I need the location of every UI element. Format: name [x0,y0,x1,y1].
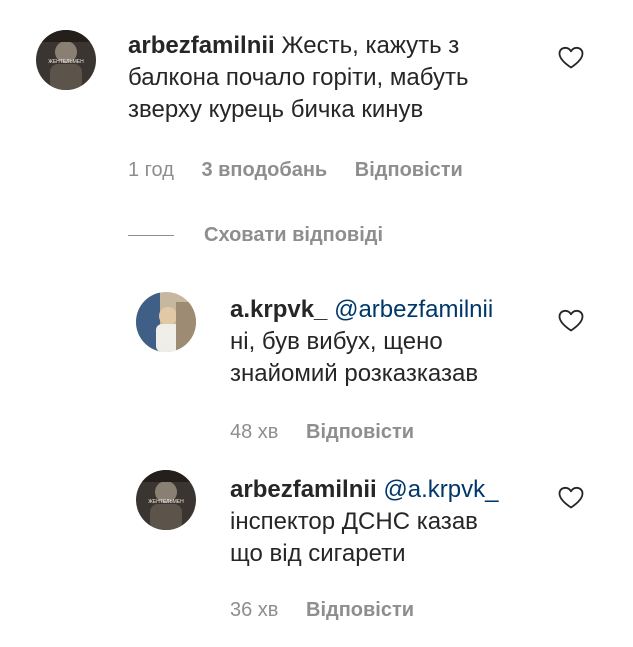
comment-likes[interactable]: 3 вподобань [201,159,327,181]
reply-time: 36 хв [230,599,279,621]
reply-mention[interactable]: @a.krpvk_ [383,476,498,503]
avatar-text: ЖЕНТЕЛЬМЕН [148,499,184,505]
reply-button[interactable]: Відповісти [306,599,414,621]
heart-icon[interactable] [558,309,584,333]
heart-icon[interactable] [558,486,584,510]
reply-body-line2: що від сигарети [230,540,406,567]
reply-body-line2: знайомий розказказав [230,360,479,387]
comment-time: 1 год [128,159,174,181]
comment-meta: 1 год 3 вподобань Відповісти [128,158,485,182]
reply-text: a.krpvk_ @arbezfamilnii ні, був вибух, щ… [230,294,560,390]
reply-button[interactable]: Відповісти [355,159,463,181]
divider-line [128,234,174,236]
reply-mention[interactable]: @arbezfamilnii [334,296,493,323]
comment-username[interactable]: arbezfamilnii [128,32,275,59]
reply-item: ЖЕНТЕЛЬМЕН arbezfamilnii @a.krpvk_ інспе… [0,458,633,638]
avatar[interactable]: ЖЕНТЕЛЬМЕН [36,30,96,90]
comment-text: arbezfamilnii Жесть, кажуть з балкона по… [128,30,528,126]
avatar[interactable]: ЖЕНТЕЛЬМЕН [136,470,196,530]
reply-body-line1: ні, був вибух, щено [230,328,443,355]
reply-body-line1: інспектор ДСНС казав [230,508,478,535]
reply-text: arbezfamilnii @a.krpvk_ інспектор ДСНС к… [230,474,560,570]
comment-main: ЖЕНТЕЛЬМЕН arbezfamilnii Жесть, кажуть з… [0,0,633,200]
hide-replies-button[interactable]: Сховати відповіді [128,222,383,248]
reply-item: a.krpvk_ @arbezfamilnii ні, був вибух, щ… [0,280,633,450]
reply-meta: 48 хв Відповісти [230,420,436,444]
reply-meta: 36 хв Відповісти [230,598,436,622]
avatar-text: ЖЕНТЕЛЬМЕН [48,59,84,65]
reply-time: 48 хв [230,421,279,443]
hide-replies-label: Сховати відповіді [204,223,384,246]
reply-username[interactable]: a.krpvk_ [230,296,327,323]
heart-icon[interactable] [558,46,584,70]
reply-button[interactable]: Відповісти [306,421,414,443]
avatar[interactable] [136,292,196,352]
reply-username[interactable]: arbezfamilnii [230,476,377,503]
